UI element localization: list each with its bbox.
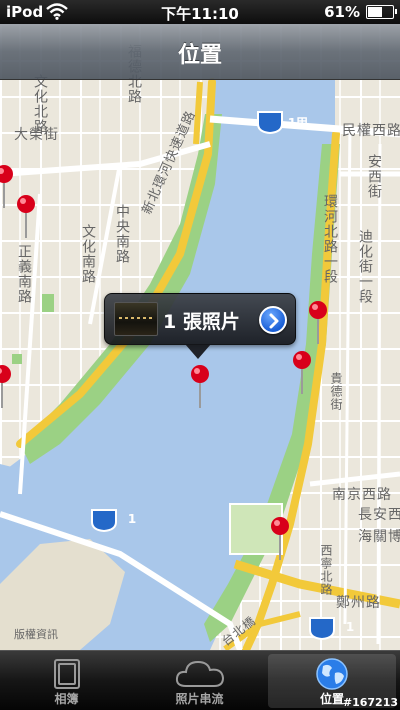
route-shield-label: 1甲 xyxy=(287,116,309,130)
road-label: 大榮街 xyxy=(14,127,59,143)
detail-disclosure-button[interactable] xyxy=(259,306,287,334)
map-pin[interactable] xyxy=(268,516,292,562)
map-pin[interactable] xyxy=(0,364,14,410)
map-pin[interactable] xyxy=(306,300,330,346)
route-shield: 1 xyxy=(308,616,354,641)
road-label: 鄭州路 xyxy=(336,595,381,611)
tab-bar: 相簿 照片串流 位置 #167213 xyxy=(0,650,400,710)
route-shield: 1甲 xyxy=(256,110,308,135)
road-label: 長安西路 xyxy=(358,507,400,523)
navigation-bar: 位置 xyxy=(0,24,400,80)
battery-percent: 61% xyxy=(324,3,360,21)
battery-icon xyxy=(366,5,397,19)
photo-thumbnail[interactable] xyxy=(114,302,158,336)
map-pin-selected[interactable] xyxy=(188,364,212,410)
map-pin[interactable] xyxy=(290,350,314,396)
cloud-icon xyxy=(175,660,224,687)
route-shield-label: 1 xyxy=(127,512,137,526)
road-label: 中央南路 xyxy=(114,204,130,264)
callout-label: 1 張照片 xyxy=(163,311,240,333)
tab-photo-stream-label: 照片串流 xyxy=(175,692,224,706)
route-shield: 1 xyxy=(90,508,136,533)
tab-photo-stream[interactable]: 照片串流 xyxy=(133,651,266,710)
globe-icon xyxy=(316,658,348,690)
map-pin[interactable] xyxy=(14,194,38,240)
copyright-link[interactable]: 版權資訊 xyxy=(14,626,58,642)
road-label: 貴德街 xyxy=(329,372,343,411)
road-label: 南京西路 xyxy=(332,487,392,503)
photo-callout[interactable]: 1 張照片 xyxy=(104,293,296,359)
road-label: 民權西路 xyxy=(342,123,400,139)
tab-albums[interactable]: 相簿 xyxy=(0,651,133,710)
road-label: 文化南路 xyxy=(80,224,96,284)
watermark: #167213 xyxy=(342,696,398,709)
road-label: 西寧北路 xyxy=(319,544,333,596)
road-label: 海關博 xyxy=(358,529,400,545)
road-label: 安西街 xyxy=(366,154,382,199)
road-label: 正義南路 xyxy=(16,244,32,304)
map-pin[interactable] xyxy=(0,164,16,210)
tab-albums-label: 相簿 xyxy=(54,692,79,706)
albums-icon xyxy=(53,659,80,689)
status-bar: iPod 下午11:10 61% xyxy=(0,0,400,24)
road-label: 迪化街一段 xyxy=(357,229,373,304)
page-title: 位置 xyxy=(177,43,222,68)
chevron-right-icon xyxy=(269,313,279,329)
route-shield-label: 1 xyxy=(345,620,355,634)
road-label: 環河北路一段 xyxy=(322,194,338,284)
